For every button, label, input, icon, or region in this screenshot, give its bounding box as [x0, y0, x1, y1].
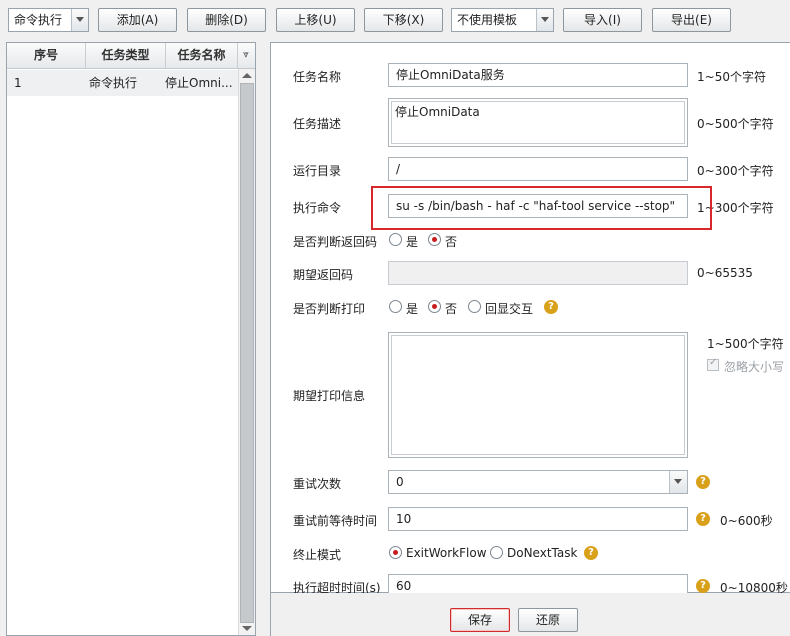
template-select-value: 不使用模板: [457, 13, 518, 27]
move-up-button[interactable]: 上移(U): [276, 8, 355, 32]
stop-mode-label: 终止模式: [293, 548, 342, 562]
export-button[interactable]: 导出(E): [652, 8, 731, 32]
retry-wait-hint: 0~600秒: [720, 514, 773, 528]
ignore-case-checkbox[interactable]: [707, 357, 719, 371]
check-print-yes-radio[interactable]: [389, 300, 402, 313]
retry-count-label: 重试次数: [293, 477, 342, 491]
run-dir-hint: 0~300个字符: [697, 164, 774, 178]
delete-button[interactable]: 删除(D): [187, 8, 266, 32]
scroll-down-icon[interactable]: [242, 626, 252, 631]
check-print-echo-radio[interactable]: [468, 300, 481, 313]
task-name-label: 任务名称: [293, 70, 342, 84]
task-list-header: 序号 任务类型 任务名称 ⩔: [7, 43, 255, 69]
task-list-scrollbar[interactable]: [238, 69, 255, 635]
chevron-down-icon: [669, 471, 687, 493]
check-print-yes-label: 是: [406, 302, 419, 316]
check-return-yes-radio[interactable]: [389, 233, 402, 246]
expected-print-textarea[interactable]: [388, 332, 688, 458]
check-print-label: 是否判断打印: [293, 302, 366, 316]
row-index: 1: [14, 76, 22, 90]
stop-mode-exit-label: ExitWorkFlow: [406, 546, 487, 560]
import-button[interactable]: 导入(I): [563, 8, 642, 32]
column-chooser-icon[interactable]: ⩔: [238, 46, 254, 66]
task-desc-label: 任务描述: [293, 117, 342, 131]
retry-count-select[interactable]: 0: [388, 470, 688, 494]
add-button[interactable]: 添加(A): [98, 8, 177, 32]
template-select[interactable]: 不使用模板: [451, 8, 554, 32]
column-header-type[interactable]: 任务类型: [86, 43, 166, 68]
task-detail-form: 任务名称 停止OmniData服务 1~50个字符 任务描述 停止OmniDat…: [270, 42, 790, 598]
command-highlight-box: [371, 186, 712, 230]
table-row[interactable]: 1 命令执行 停止Omni...: [7, 70, 238, 96]
row-type: 命令执行: [89, 76, 138, 90]
restore-button[interactable]: 还原: [518, 608, 578, 632]
check-return-no-radio[interactable]: [428, 233, 441, 246]
check-return-label: 是否判断返回码: [293, 235, 378, 249]
retry-wait-label: 重试前等待时间: [293, 514, 378, 528]
stop-mode-exit-radio[interactable]: [389, 546, 402, 559]
chevron-down-icon: [536, 9, 553, 31]
scroll-up-icon[interactable]: [242, 73, 252, 78]
help-icon[interactable]: ?: [696, 475, 710, 489]
task-type-select-value: 命令执行: [14, 13, 63, 27]
expected-print-hint: 1~500个字符: [707, 337, 784, 351]
check-print-no-radio[interactable]: [428, 300, 441, 313]
column-header-name[interactable]: 任务名称: [166, 43, 238, 68]
task-desc-hint: 0~500个字符: [697, 117, 774, 131]
check-return-no-label: 否: [445, 235, 458, 249]
expected-return-input[interactable]: [388, 261, 688, 285]
scrollbar-thumb[interactable]: [240, 83, 254, 623]
column-header-index[interactable]: 序号: [7, 43, 86, 68]
task-list-panel: 序号 任务类型 任务名称 ⩔ 1 命令执行 停止Omni...: [6, 42, 256, 636]
row-name: 停止Omni...: [165, 76, 233, 90]
task-desc-text: 停止OmniData: [391, 101, 685, 144]
retry-wait-input[interactable]: 10: [388, 507, 688, 531]
save-button[interactable]: 保存: [450, 608, 510, 632]
expected-print-label: 期望打印信息: [293, 389, 366, 403]
expected-return-label: 期望返回码: [293, 268, 354, 282]
check-print-no-label: 否: [445, 302, 458, 316]
task-name-hint: 1~50个字符: [697, 70, 766, 84]
chevron-down-icon: [71, 9, 88, 31]
retry-count-value: 0: [396, 475, 404, 489]
help-icon[interactable]: ?: [696, 512, 710, 526]
stop-mode-next-label: DoNextTask: [507, 546, 578, 560]
move-down-button[interactable]: 下移(X): [364, 8, 443, 32]
task-name-input[interactable]: 停止OmniData服务: [388, 63, 688, 87]
task-type-select[interactable]: 命令执行: [8, 8, 89, 32]
stop-mode-next-radio[interactable]: [490, 546, 503, 559]
check-print-echo-label: 回显交互: [485, 302, 534, 316]
check-return-yes-label: 是: [406, 235, 419, 249]
command-label: 执行命令: [293, 201, 342, 215]
run-dir-label: 运行目录: [293, 164, 342, 178]
expected-return-hint: 0~65535: [697, 266, 753, 280]
help-icon[interactable]: ?: [584, 546, 598, 560]
run-dir-input[interactable]: /: [388, 157, 688, 181]
expected-print-text: [391, 335, 685, 455]
task-desc-textarea[interactable]: 停止OmniData: [388, 98, 688, 147]
help-icon[interactable]: ?: [544, 300, 558, 314]
ignore-case-label: 忽略大小写: [724, 360, 785, 374]
help-icon[interactable]: ?: [696, 579, 710, 593]
